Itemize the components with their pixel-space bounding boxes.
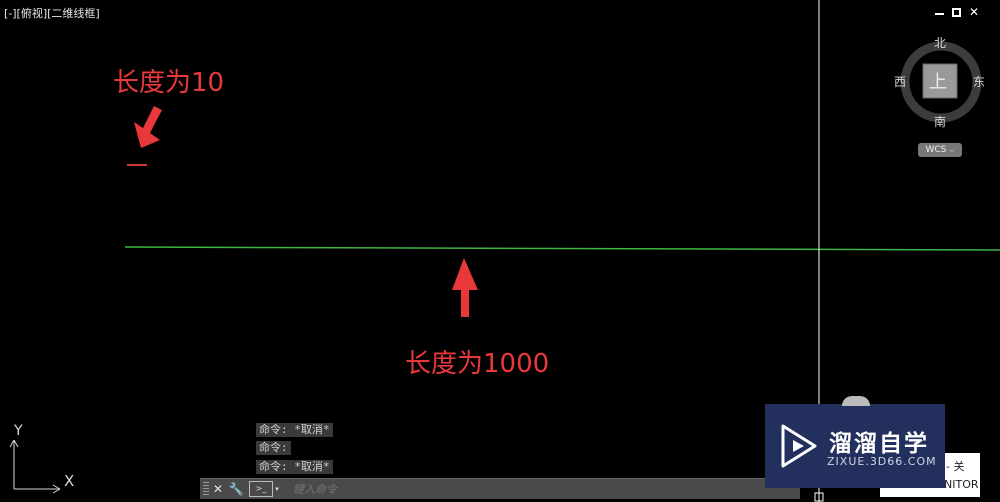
command-history-line: 命令: *取消* (256, 460, 333, 474)
watermark-name: 溜溜自学 (829, 431, 929, 457)
chevron-down-icon[interactable]: ▾ (273, 480, 281, 498)
chevron-down-icon: ⌵ (949, 146, 955, 154)
compass-south[interactable]: 南 (934, 113, 946, 130)
command-prompt-icon[interactable]: >_ (249, 481, 273, 497)
tooltip-line-1: - 关 (946, 460, 965, 473)
ucs-icon (9, 439, 61, 494)
command-history-line: 命令: (256, 441, 291, 455)
command-input[interactable] (291, 481, 775, 497)
ucs-x-label: X (64, 472, 75, 490)
tooltip-line-2: NITOR (944, 478, 979, 491)
long-line (124, 246, 1000, 251)
play-logo-icon (781, 424, 817, 468)
command-line-bar: ✕ 🔧 >_ ▾ (200, 478, 800, 499)
wcs-menu-button[interactable]: WCS ⌵ (918, 143, 962, 157)
wcs-label: WCS (925, 145, 947, 155)
command-history-line: 命令: *取消* (256, 423, 333, 437)
annotation-long-line: 长度为1000 (405, 349, 550, 379)
compass-east[interactable]: 东 (973, 73, 985, 90)
ucs-y-label: Y (14, 423, 23, 439)
wrench-icon[interactable]: 🔧 (227, 480, 245, 498)
decoration (842, 396, 870, 406)
compass-west[interactable]: 西 (894, 73, 906, 90)
annotation-short-line: 长度为10 (113, 68, 225, 98)
watermark-logo: 溜溜自学 ZIXUE.3D66.COM (765, 404, 945, 488)
arrow-long-line (452, 258, 478, 317)
viewcube-face-label[interactable]: 上 (929, 68, 947, 94)
watermark-url: ZIXUE.3D66.COM (827, 455, 937, 468)
compass-north[interactable]: 北 (934, 34, 946, 51)
arrow-short-line (134, 106, 162, 148)
close-icon[interactable]: ✕ (209, 480, 227, 498)
